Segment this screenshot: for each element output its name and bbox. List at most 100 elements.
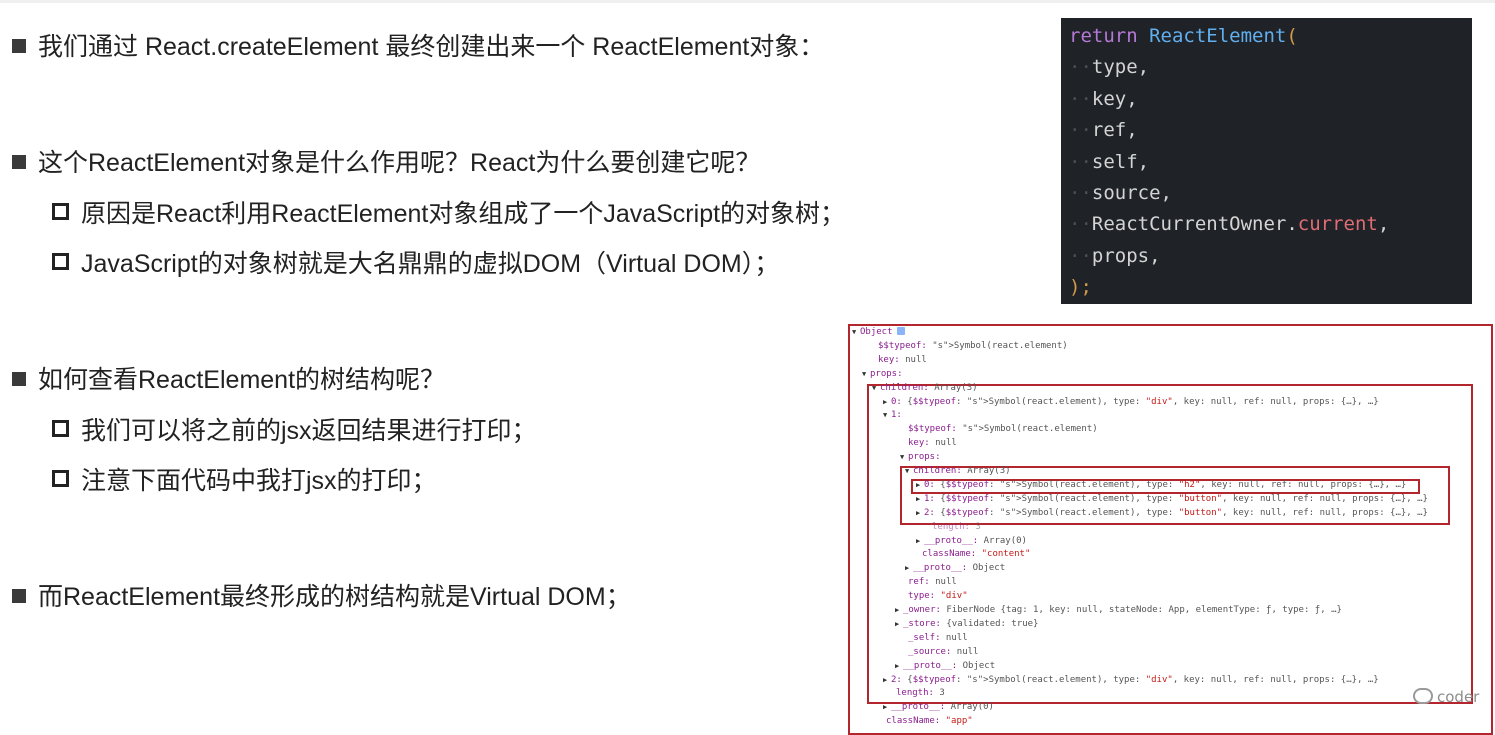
hollow-square-bullet-icon [52,203,69,220]
bullet-item: 这个ReactElement对象是什么作用呢？React为什么要创建它呢？ [12,147,760,179]
console-value: {$$typeof: "s">Symbol(react.element), ty… [901,396,1379,407]
console-key: ref: [908,577,930,588]
expand-down-icon[interactable]: ▼ [872,382,880,396]
console-value: "content" [981,549,1031,560]
console-key: 0: [891,396,902,407]
console-line[interactable]: ▼ props: [900,451,941,465]
console-line[interactable]: ▶ 0: {$$typeof: "s">Symbol(react.element)… [916,479,1406,493]
console-value: "s">Symbol(react.element) [962,424,1098,435]
console-line[interactable]: ▼ 1: [883,409,902,423]
bullet-text: 原因是React利用ReactElement对象组成了一个JavaScript的… [81,200,846,228]
expand-down-icon[interactable]: ▼ [905,465,913,479]
console-line: className: "content" [914,548,1030,562]
expand-right-icon[interactable]: ▶ [916,493,924,507]
hollow-square-bullet-icon [52,253,69,270]
code-arg: ref, [1091,119,1138,142]
console-line[interactable]: ▶ 2: {$$typeof: "s">Symbol(react.element)… [883,674,1379,688]
console-line[interactable]: ▶ 2: {$$typeof: "s">Symbol(react.element)… [916,507,1428,521]
code-arg: key, [1091,87,1138,110]
expand-right-icon[interactable]: ▶ [905,562,913,576]
console-key: 2: [924,507,935,518]
console-line: length: 3 [924,521,981,535]
console-line: key: null [870,354,927,368]
bullet-text: 这个ReactElement对象是什么作用呢？React为什么要创建它呢？ [38,149,761,177]
console-key: _source: [908,646,952,657]
expand-down-icon[interactable]: ▼ [900,451,908,465]
expand-right-icon[interactable]: ▶ [883,674,891,688]
code-line: ··type, [1069,56,1150,79]
expand-down-icon[interactable]: ▼ [852,326,860,340]
code-line: ··ref, [1069,119,1138,142]
console-value: Array(3) [928,382,978,393]
expand-right-icon[interactable]: ▶ [916,479,924,493]
code-arg: props, [1091,244,1161,267]
code-line: ); [1069,272,1472,303]
console-key: className: [886,716,941,727]
console-key: type: [908,591,936,602]
top-divider [0,0,1495,3]
sub-bullet-item: 注意下面代码中我打jsx的打印； [52,465,437,497]
expand-down-icon[interactable]: ▼ [883,409,891,423]
expand-right-icon[interactable]: ▶ [883,396,891,410]
code-keyword: return [1069,25,1138,47]
code-arg: self, [1091,150,1150,173]
code-snippet-panel: return ReactElement( ··type, ··key, ··re… [1061,18,1472,304]
console-line: className: "app" [878,715,973,729]
info-icon[interactable] [896,327,905,335]
console-line: _self: null [900,632,968,646]
console-line[interactable]: ▶ __proto__: Object [895,660,995,674]
code-line: ··source, [1069,181,1172,204]
console-value: "div" [940,591,968,602]
console-line[interactable]: ▼ Object [852,326,905,340]
console-key: _self: [908,632,941,643]
console-value: null [929,577,957,588]
console-line[interactable]: ▶ __proto__: Object [905,562,1005,576]
hollow-square-bullet-icon [52,470,69,487]
bullet-text: JavaScript的对象树就是大名鼎鼎的虚拟DOM（Virtual DOM）； [81,250,780,278]
code-line: ··ReactCurrentOwner.current, [1069,213,1390,236]
expand-right-icon[interactable]: ▶ [895,660,903,674]
bullet-text: 而ReactElement最终形成的树结构就是Virtual DOM； [38,583,631,611]
console-key: props: [908,452,941,463]
expand-right-icon[interactable]: ▶ [883,701,891,715]
expand-right-icon[interactable]: ▶ [895,618,903,632]
console-line: ref: null [900,576,957,590]
square-bullet-icon [12,372,26,386]
sub-bullet-item: 原因是React利用ReactElement对象组成了一个JavaScript的… [52,198,845,230]
console-key: Object [860,327,893,337]
expand-right-icon[interactable]: ▶ [916,507,924,521]
console-value: Array(0) [945,702,994,713]
console-key: length: [896,688,934,699]
console-key: _owner: [903,605,941,615]
expand-down-icon[interactable]: ▼ [862,368,870,382]
console-line: _source: null [900,646,978,660]
expand-right-icon[interactable]: ▶ [916,535,924,549]
console-value: 3 [933,688,945,699]
code-function: ReactElement [1149,25,1287,47]
code-line: return ReactElement( [1069,21,1472,52]
console-key: $$typeof: [878,340,927,351]
console-line[interactable]: ▼ children: Array(3) [872,382,978,396]
console-line[interactable]: ▶ 1: {$$typeof: "s">Symbol(react.element)… [916,493,1428,507]
console-line[interactable]: ▶ __proto__: Array(0) [883,701,994,715]
console-line[interactable]: ▼ props: [862,368,903,382]
console-line[interactable]: ▶ _owner: FiberNode {tag: 1, key: null, s… [895,604,1342,618]
bullet-text: 注意下面代码中我打jsx的打印； [81,467,437,495]
expand-right-icon[interactable]: ▶ [895,604,903,618]
console-value: "app" [945,716,973,727]
console-value: null [899,354,927,365]
console-line[interactable]: ▶ __proto__: Array(0) [916,535,1027,549]
console-line: type: "div" [900,590,968,604]
square-bullet-icon [12,155,26,169]
console-line[interactable]: ▶ 0: {$$typeof: "s">Symbol(react.element)… [883,396,1379,410]
console-value: {$$typeof: "s">Symbol(react.element), ty… [934,479,1407,490]
console-object-tree: ▼ Object $$typeof: "s">Symbol(react.elemen… [842,318,1493,735]
console-key: __proto__: [903,660,958,671]
sub-bullet-item: 我们可以将之前的jsx返回结果进行打印； [52,415,537,447]
bullet-text: 我们通过 React.createElement 最终创建出来一个 ReactE… [38,33,825,61]
console-line[interactable]: ▶ _store: {validated: true} [895,618,1038,632]
console-value: 3 [969,521,981,532]
console-key: length: [932,521,970,532]
console-line[interactable]: ▼ children: Array(3) [905,465,1011,479]
console-key: key: [908,438,930,449]
